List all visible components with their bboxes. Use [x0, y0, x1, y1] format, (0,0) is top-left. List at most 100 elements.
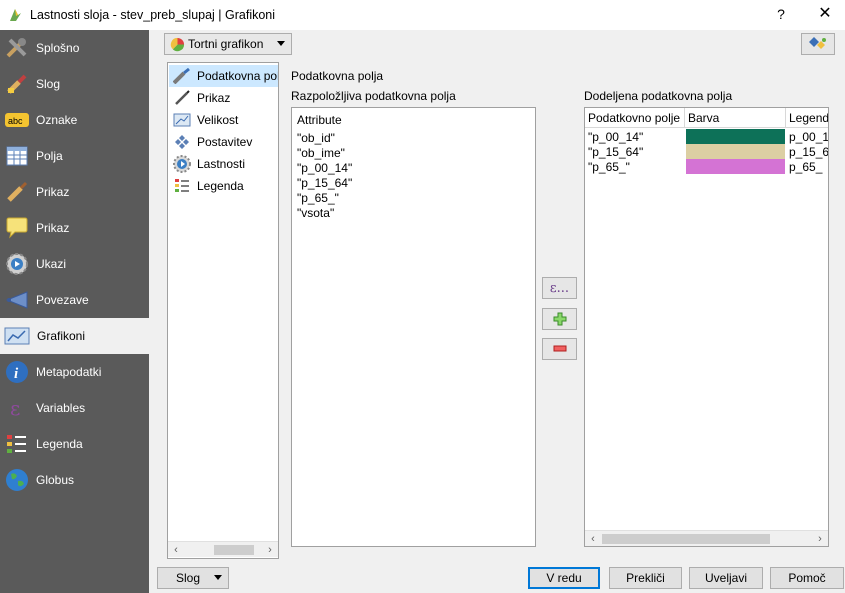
ok-button[interactable]: V redu	[528, 567, 600, 589]
tab-label: Prikaz	[197, 91, 231, 105]
tab-postavitev[interactable]: Postavitev	[169, 131, 278, 153]
table-row-legend[interactable]: p_00_14	[786, 129, 828, 144]
scroll-right-icon[interactable]: ›	[263, 544, 277, 556]
sidebar-item-label: Variables	[36, 401, 86, 415]
table-row-field[interactable]: "p_15_64"	[585, 144, 685, 159]
list-item[interactable]: "ob_ime"	[297, 146, 345, 160]
sidebar-item-label: Prikaz	[36, 221, 70, 235]
tab-velikost[interactable]: Velikost	[169, 109, 278, 131]
apply-button[interactable]: Uveljavi	[689, 567, 763, 589]
tools-icon	[4, 35, 30, 61]
assigned-fields-label: Dodeljena podatkovna polja	[584, 89, 733, 103]
sidebar-item-grafikoni[interactable]: Grafikoni	[0, 318, 149, 354]
sidebar-item-variables[interactable]: ε Variables	[0, 390, 149, 426]
diagram-type-value: Tortni grafikon	[188, 37, 264, 51]
add-expression-button[interactable]: ε...	[542, 277, 577, 299]
sidebar-item-oznake[interactable]: abc Oznake	[0, 102, 149, 138]
style-menu-button[interactable]: Slog	[157, 567, 229, 589]
available-fields-list[interactable]: Attribute "ob_id" "ob_ime" "p_00_14" "p_…	[291, 107, 536, 547]
sidebar-item-prikaz-2[interactable]: Prikaz	[0, 210, 149, 246]
info-icon: i	[4, 359, 30, 385]
sidebar-item-label: Oznake	[36, 113, 78, 127]
gear-play-icon	[4, 251, 30, 277]
tab-lastnosti[interactable]: Lastnosti	[169, 153, 278, 175]
brush-icon	[4, 179, 30, 205]
window-title: Lastnosti sloja - stev_preb_slupaj | Gra…	[30, 8, 276, 22]
table-row-field[interactable]: "p_65_"	[585, 159, 685, 174]
epsilon-icon: ε...	[549, 280, 570, 296]
style-manager-button[interactable]	[801, 33, 835, 55]
sidebar-item-globus[interactable]: Globus	[0, 462, 149, 498]
scroll-left-icon[interactable]: ‹	[586, 533, 600, 545]
attribute-header: Attribute	[297, 113, 342, 127]
sidebar-item-label: Globus	[36, 473, 75, 487]
list-item[interactable]: "p_15_64"	[297, 176, 352, 190]
sidebar-item-splosno[interactable]: Splošno	[0, 30, 149, 66]
tab-label: Postavitev	[197, 135, 253, 149]
legend-icon	[4, 431, 30, 457]
tab-label: Lastnosti	[197, 157, 246, 171]
remove-field-button[interactable]	[542, 338, 577, 360]
scroll-thumb[interactable]	[602, 534, 770, 544]
table-row-field[interactable]: "p_00_14"	[585, 129, 685, 144]
table-row-legend[interactable]: p_15_64	[786, 144, 828, 159]
sidebar-item-ukazi[interactable]: Ukazi	[0, 246, 149, 282]
sidebar-item-label: Ukazi	[36, 257, 67, 271]
scroll-thumb[interactable]	[214, 545, 254, 555]
tab-label: Podatkovna polja	[197, 69, 278, 83]
tab-label: Velikost	[197, 113, 239, 127]
sidebar-item-label: Splošno	[36, 41, 80, 55]
abc-label-icon: abc	[4, 107, 30, 133]
sidebar-item-slog[interactable]: Slog	[0, 66, 149, 102]
sidebar-item-polja[interactable]: Polja	[0, 138, 149, 174]
qgis-icon	[10, 9, 21, 21]
column-header-legend[interactable]: Legenda	[786, 108, 828, 128]
sidebar-item-label: Slog	[36, 77, 61, 91]
sidebar-item-label: Grafikoni	[37, 329, 86, 343]
scroll-right-icon[interactable]: ›	[813, 533, 827, 545]
list-item[interactable]: "ob_id"	[297, 131, 335, 145]
symbology-icon	[809, 37, 826, 49]
table-row-legend[interactable]: p_65_	[786, 159, 828, 174]
scroll-left-icon[interactable]: ‹	[169, 544, 183, 556]
sidebar-item-legenda[interactable]: Legenda	[0, 426, 149, 462]
svg-text:ε: ε	[10, 397, 20, 419]
sidebar-item-povezave[interactable]: Povezave	[0, 282, 149, 318]
sidebar-item-metapodatki[interactable]: i Metapodatki	[0, 354, 149, 390]
tab-podatkovna-polja[interactable]: Podatkovna polja	[169, 65, 278, 87]
help-title-button[interactable]: ?	[771, 6, 791, 22]
section-title: Podatkovna polja	[291, 69, 384, 83]
column-header-color[interactable]: Barva	[685, 108, 786, 128]
sidebar-item-label: Povezave	[36, 293, 89, 307]
available-fields-label: Razpoložljiva podatkovna polja	[291, 89, 456, 103]
list-item[interactable]: "p_65_"	[297, 191, 339, 205]
tab-legenda[interactable]: Legenda	[169, 175, 278, 197]
table-row-color-swatch[interactable]	[686, 144, 785, 159]
sidebar-item-label: Metapodatki	[36, 365, 102, 379]
pen-icon	[173, 89, 191, 107]
assigned-fields-table[interactable]: Podatkovno polje Barva Legenda "p_00_14"…	[584, 107, 829, 547]
size-icon	[173, 111, 191, 129]
table-icon	[4, 143, 30, 169]
tab-prikaz[interactable]: Prikaz	[169, 87, 278, 109]
sidebar-item-label: Prikaz	[36, 185, 70, 199]
globe-icon	[4, 467, 30, 493]
cancel-button[interactable]: Prekliči	[609, 567, 682, 589]
sidebar-item-prikaz-1[interactable]: Prikaz	[0, 174, 149, 210]
epsilon-icon: ε	[4, 395, 30, 421]
assigned-horizontal-scrollbar[interactable]: ‹ ›	[585, 530, 828, 546]
close-window-button[interactable]: ✕	[810, 3, 840, 25]
column-header-field[interactable]: Podatkovno polje	[585, 108, 685, 128]
minus-icon	[553, 345, 566, 352]
style-menu-label: Slog	[176, 571, 201, 585]
list-item[interactable]: "vsota"	[297, 206, 334, 220]
table-row-color-swatch[interactable]	[686, 129, 785, 144]
sidebar-item-label: Polja	[36, 149, 63, 163]
list-item[interactable]: "p_00_14"	[297, 161, 352, 175]
tab-label: Legenda	[197, 179, 244, 193]
tabs-horizontal-scrollbar[interactable]: ‹ ›	[168, 541, 278, 557]
diagram-type-select[interactable]: Tortni grafikon	[164, 33, 292, 55]
table-row-color-swatch[interactable]	[686, 159, 785, 174]
add-field-button[interactable]	[542, 308, 577, 330]
help-button[interactable]: Pomoč	[770, 567, 844, 589]
